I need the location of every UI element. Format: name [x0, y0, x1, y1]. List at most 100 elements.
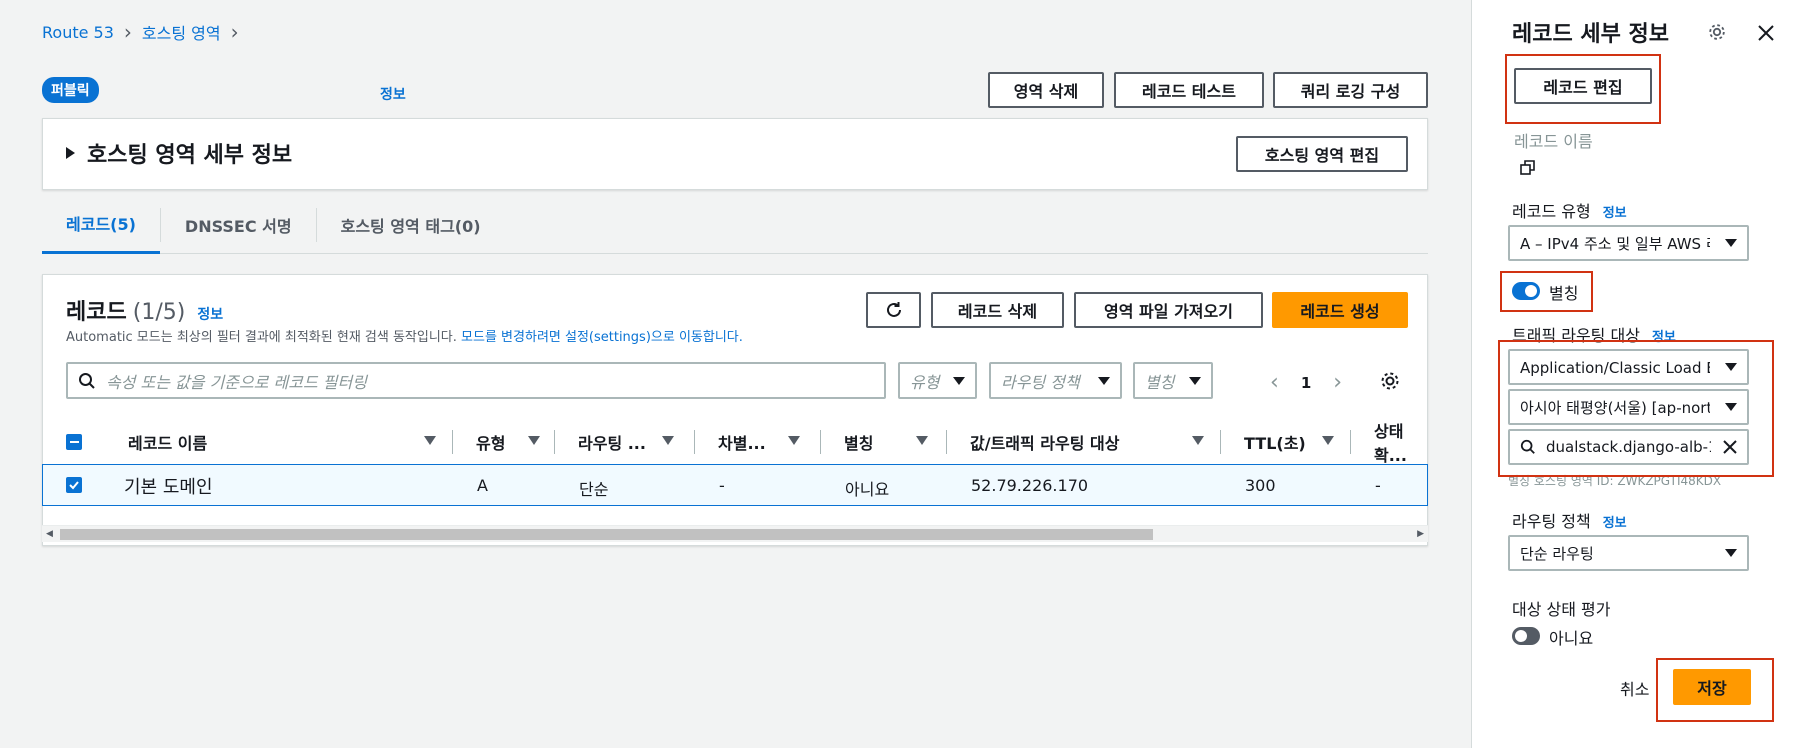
target-search-input[interactable]: dualstack.django-alb-11	[1508, 429, 1749, 465]
side-panel-title: 레코드 세부 정보	[1512, 22, 1669, 47]
breadcrumb-route53[interactable]: Route 53	[42, 23, 114, 42]
column-divider	[1220, 430, 1221, 454]
tab-records[interactable]: 레코드(5)	[42, 196, 160, 254]
cell-ttl: 300	[1245, 476, 1276, 495]
caret-down-icon	[953, 376, 965, 385]
sort-icon[interactable]	[788, 436, 800, 445]
traffic-routing-label: 트래픽 라우팅 대상 정보	[1512, 326, 1676, 345]
records-info-link[interactable]: 정보	[197, 304, 223, 324]
indeterminate-icon	[69, 441, 79, 443]
gear-icon[interactable]	[1707, 22, 1727, 42]
sort-icon[interactable]	[662, 436, 674, 445]
alias-filter-select[interactable]: 별칭	[1133, 362, 1213, 399]
record-type-info-link[interactable]: 정보	[1603, 206, 1627, 221]
refresh-button[interactable]	[866, 292, 921, 328]
col-ttl[interactable]: TTL(초)	[1244, 422, 1306, 462]
column-divider	[694, 430, 695, 454]
close-icon[interactable]	[1757, 24, 1775, 42]
type-filter-select[interactable]: 유형	[898, 362, 977, 399]
table-row[interactable]: 기본 도메인 A 단순 - 아니요 52.79.226.170 300 -	[42, 464, 1428, 506]
routing-info-link[interactable]: 정보	[1603, 516, 1627, 531]
edit-record-button[interactable]: 레코드 편집	[1514, 68, 1652, 104]
cancel-button[interactable]: 취소	[1620, 676, 1649, 700]
routing-policy-select[interactable]: 단순 라우팅	[1508, 535, 1749, 571]
info-link[interactable]: 정보	[380, 84, 406, 104]
endpoint-type-select[interactable]: Application/Classic Load Balancer에 대한 별칭	[1508, 349, 1749, 385]
col-record-name[interactable]: 레코드 이름	[128, 422, 207, 462]
record-filter-input[interactable]: 속성 또는 값을 기준으로 레코드 필터링	[66, 362, 886, 399]
horizontal-scrollbar[interactable]: ◀ ▶	[42, 525, 1428, 542]
col-value[interactable]: 값/트래픽 라우팅 대상	[970, 422, 1119, 462]
sort-icon[interactable]	[1192, 436, 1204, 445]
scroll-thumb[interactable]	[60, 529, 1153, 540]
row-checkbox[interactable]	[66, 477, 82, 493]
health-evaluation-label: 대상 상태 평가	[1512, 600, 1611, 619]
records-description: Automatic 모드는 최상의 필터 결과에 최적화된 현재 검색 동작입니…	[66, 330, 743, 345]
alias-toggle[interactable]	[1512, 282, 1540, 300]
settings-link[interactable]: 모드를 변경하려면 설정(settings)으로 이동합니다.	[461, 330, 743, 345]
pagination: ‹ 1 ›	[1270, 370, 1342, 395]
delete-zone-button[interactable]: 영역 삭제	[988, 72, 1104, 108]
next-page-icon[interactable]: ›	[1333, 370, 1342, 395]
health-evaluation-toggle[interactable]	[1512, 627, 1540, 645]
page-number[interactable]: 1	[1301, 374, 1311, 392]
hosted-zone-details-toggle[interactable]: 호스팅 영역 세부 정보	[66, 137, 292, 169]
import-zone-file-button[interactable]: 영역 파일 가져오기	[1074, 292, 1263, 328]
alias-zone-note: 별칭 호스팅 영역 ID: ZWKZPGTI48KDX	[1508, 474, 1722, 488]
expand-triangle-icon	[66, 147, 75, 159]
chevron-right-icon: ›	[230, 20, 239, 44]
refresh-icon	[886, 302, 901, 317]
scroll-right-icon[interactable]: ▶	[1417, 529, 1424, 539]
caret-down-icon	[1725, 239, 1737, 247]
caret-down-icon	[1189, 376, 1201, 385]
tab-tags[interactable]: 호스팅 영역 태그(0)	[317, 196, 505, 254]
column-divider	[946, 430, 947, 454]
search-placeholder: 속성 또는 값을 기준으로 레코드 필터링	[106, 372, 367, 392]
create-record-button[interactable]: 레코드 생성	[1272, 292, 1408, 328]
sort-icon[interactable]	[424, 436, 436, 445]
records-count: (1/5)	[132, 300, 186, 325]
alias-label: 별칭	[1549, 284, 1579, 303]
toggle-knob	[1515, 630, 1527, 642]
col-routing[interactable]: 라우팅 ...	[578, 422, 646, 462]
delete-record-button[interactable]: 레코드 삭제	[931, 292, 1064, 328]
routing-filter-select[interactable]: 라우팅 정책	[989, 362, 1122, 399]
sort-icon[interactable]	[528, 436, 540, 445]
col-health[interactable]: 상태 확...	[1374, 422, 1428, 465]
column-divider	[554, 430, 555, 454]
region-select[interactable]: 아시아 태평양(서울) [ap-northeast-2]	[1508, 389, 1749, 425]
traffic-info-link[interactable]: 정보	[1652, 330, 1676, 345]
col-differentiator[interactable]: 차별...	[718, 422, 766, 462]
save-button[interactable]: 저장	[1673, 669, 1751, 705]
cell-type: A	[477, 476, 488, 495]
caret-down-icon	[1725, 403, 1737, 411]
col-type[interactable]: 유형	[476, 422, 505, 462]
main-content: Route 53 › 호스팅 영역 › 퍼블릭 정보 영역 삭제 레코드 테스트…	[0, 0, 1471, 748]
tab-dnssec[interactable]: DNSSEC 서명	[161, 196, 316, 254]
test-record-button[interactable]: 레코드 테스트	[1114, 72, 1264, 108]
hosted-zone-details-title: 호스팅 영역 세부 정보	[87, 143, 293, 168]
cell-health: -	[1375, 476, 1381, 495]
select-all-checkbox[interactable]	[66, 434, 82, 450]
query-logging-button[interactable]: 쿼리 로깅 구성	[1273, 72, 1428, 108]
record-type-select[interactable]: A – IPv4 주소 및 일부 AWS 리소스로 트래픽 라우팅	[1508, 225, 1749, 261]
prev-page-icon[interactable]: ‹	[1270, 370, 1279, 395]
sort-icon[interactable]	[1322, 436, 1334, 445]
sort-icon[interactable]	[916, 436, 928, 445]
cell-differentiator: -	[719, 476, 725, 495]
records-title: 레코드	[66, 300, 127, 325]
clear-icon[interactable]	[1723, 440, 1737, 454]
public-badge: 퍼블릭	[42, 77, 99, 103]
caret-down-icon	[1725, 549, 1737, 557]
column-divider	[1350, 430, 1351, 454]
copy-icon[interactable]	[1520, 160, 1536, 176]
col-alias[interactable]: 별칭	[844, 422, 873, 462]
breadcrumb: Route 53 › 호스팅 영역 ›	[42, 20, 239, 44]
edit-hosted-zone-button[interactable]: 호스팅 영역 편집	[1236, 136, 1408, 172]
settings-gear-icon[interactable]	[1379, 370, 1401, 392]
breadcrumb-hosted-zones[interactable]: 호스팅 영역	[142, 20, 221, 44]
health-evaluation-value: 아니요	[1549, 629, 1594, 648]
search-icon	[1520, 439, 1535, 454]
scroll-left-icon[interactable]: ◀	[46, 529, 53, 539]
column-divider	[452, 430, 453, 454]
